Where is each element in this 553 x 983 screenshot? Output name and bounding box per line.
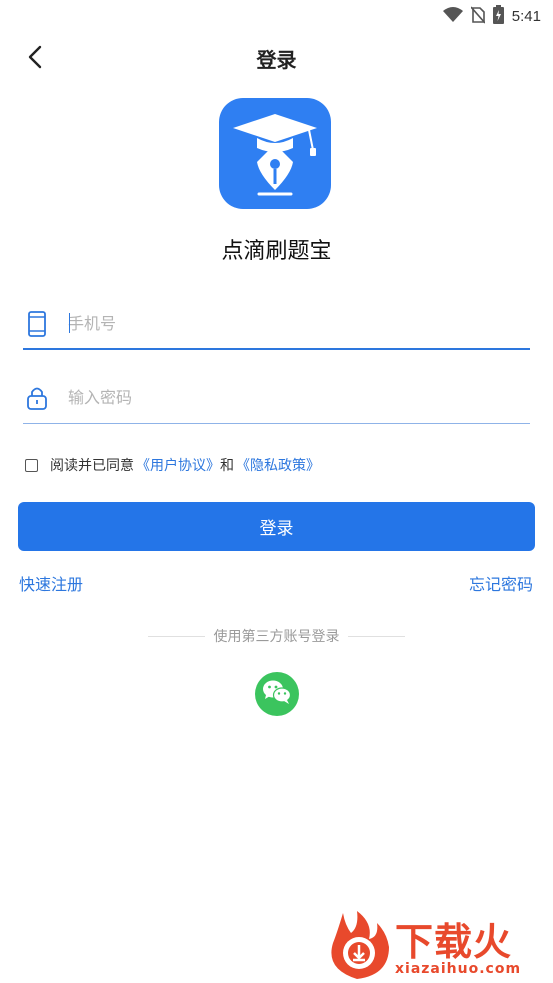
agreement-checkbox[interactable] — [25, 458, 38, 472]
divider-line-right — [348, 636, 405, 637]
agreement-prefix: 阅读并已同意 — [50, 458, 134, 474]
nav-bar: 登录 — [0, 36, 553, 80]
login-button[interactable]: 登录 — [18, 502, 535, 551]
phone-field — [23, 298, 530, 350]
quick-register-link[interactable]: 快速注册 — [19, 571, 83, 595]
no-sim-icon — [470, 5, 486, 28]
status-icons: 5:41 — [442, 5, 541, 28]
app-logo — [219, 98, 331, 209]
watermark-url: xiazaihuo.com — [395, 961, 522, 977]
page-title: 登录 — [256, 48, 297, 72]
user-agreement-link[interactable]: 《用户协议》 — [136, 455, 220, 475]
graduation-cap-pen-icon — [219, 114, 331, 209]
forgot-password-link[interactable]: 忘记密码 — [469, 571, 533, 595]
flame-logo-icon — [323, 909, 393, 983]
phone-input[interactable] — [68, 308, 508, 338]
watermark-title: 下载火 — [395, 920, 513, 964]
wechat-login-button[interactable] — [255, 672, 299, 716]
agreement-row: 阅读并已同意 《用户协议》 和 《隐私政策》 — [25, 455, 320, 475]
app-name: 点滴刷题宝 — [221, 239, 332, 264]
battery-charging-icon — [492, 5, 504, 28]
privacy-policy-link[interactable]: 《隐私政策》 — [236, 455, 320, 475]
lock-icon — [23, 384, 51, 412]
wechat-icon — [262, 679, 292, 709]
watermark: 下载火 xiazaihuo.com — [323, 905, 553, 983]
wifi-icon — [442, 6, 463, 27]
password-input[interactable] — [68, 382, 508, 412]
text-cursor — [69, 313, 70, 333]
status-time: 5:41 — [511, 8, 541, 25]
agreement-and: 和 — [220, 458, 234, 474]
phone-icon — [23, 310, 51, 338]
status-bar: 5:41 — [0, 0, 553, 30]
third-party-login-divider: 使用第三方账号登录 — [148, 625, 405, 647]
password-field — [23, 372, 530, 424]
